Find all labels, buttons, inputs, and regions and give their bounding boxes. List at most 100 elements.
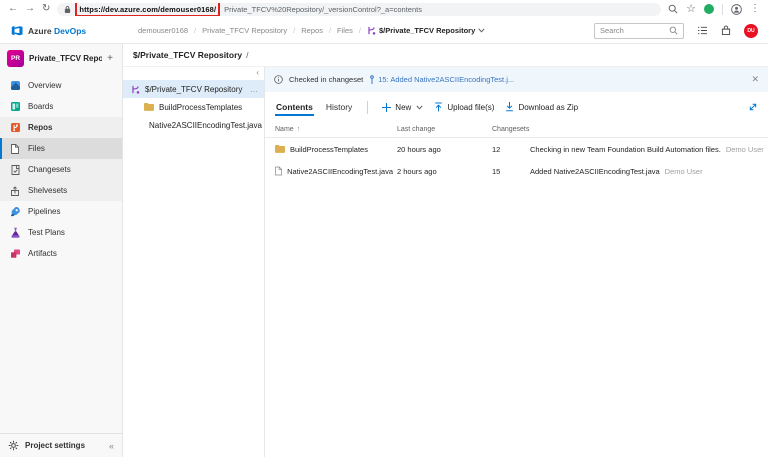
screen: ← → ↻ https://dev.azure.com/demouser0168… bbox=[0, 0, 768, 457]
add-project-icon[interactable]: + bbox=[107, 53, 115, 64]
row-name-cell[interactable]: Native2ASCIIEncodingTest.java bbox=[275, 166, 397, 176]
search-input[interactable] bbox=[600, 26, 666, 35]
row-comment: Checking in new Team Foundation Build Au… bbox=[530, 144, 721, 154]
row-name-cell[interactable]: BuildProcessTemplates bbox=[275, 145, 397, 154]
azure-devops-logo-icon bbox=[11, 25, 23, 36]
repos-icon bbox=[9, 122, 21, 134]
work-items-list-icon[interactable] bbox=[697, 26, 708, 35]
brand-text: Azure DevOps bbox=[28, 25, 87, 36]
project-switcher[interactable]: PR Private_TFCV Reposit... + bbox=[0, 44, 122, 72]
close-icon[interactable]: ✕ bbox=[751, 74, 759, 85]
sidebar-collapse-icon[interactable]: « bbox=[109, 441, 114, 451]
chevron-down-icon bbox=[416, 105, 423, 110]
global-search[interactable] bbox=[594, 22, 684, 39]
pipelines-icon bbox=[9, 206, 21, 218]
repos-section: Repos Files Changesets Shelvesets bbox=[0, 117, 122, 201]
tree-root-node[interactable]: $/Private_TFCV Repository … bbox=[123, 80, 264, 98]
tree-collapse-icon[interactable]: ‹ bbox=[256, 68, 259, 77]
sidebar-nav: Overview Boards Repos Files Changesets S… bbox=[0, 75, 122, 264]
files-icon bbox=[9, 143, 21, 155]
file-icon bbox=[275, 166, 283, 176]
sidebar-item-artifacts[interactable]: Artifacts bbox=[0, 243, 122, 264]
changeset-link[interactable]: 15: Added Native2ASCIIEncodingTest.j... bbox=[369, 75, 514, 84]
row-last-change: 2 hours ago bbox=[397, 166, 437, 176]
browser-actions: ☆ ⋮ bbox=[668, 3, 760, 15]
tree-node-folder[interactable]: BuildProcessTemplates bbox=[123, 98, 264, 116]
changeset-banner: Checked in changeset 15: Added Native2AS… bbox=[265, 67, 768, 92]
row-changeset[interactable]: 15 bbox=[492, 167, 530, 176]
row-comment-cell: Added Native2ASCIIEncodingTest.java Demo… bbox=[530, 167, 768, 176]
bookmark-star-icon[interactable]: ☆ bbox=[686, 3, 696, 15]
url-highlight-box: https://dev.azure.com/demouser0168/ bbox=[75, 2, 221, 16]
marketplace-bag-icon[interactable] bbox=[721, 25, 731, 36]
row-author: Demo User bbox=[725, 144, 764, 154]
project-name: Private_TFCV Reposit... bbox=[29, 53, 103, 63]
breadcrumb-repos[interactable]: Repos bbox=[301, 26, 323, 35]
download-zip-button[interactable]: Download as Zip bbox=[505, 102, 578, 112]
sidebar-item-pipelines[interactable]: Pipelines bbox=[0, 201, 122, 222]
browser-chrome: ← → ↻ https://dev.azure.com/demouser0168… bbox=[0, 0, 768, 18]
browser-menu-icon[interactable]: ⋮ bbox=[750, 4, 760, 14]
sort-ascending-icon: ↑ bbox=[296, 126, 301, 133]
column-name[interactable]: Name ↑ bbox=[275, 126, 397, 133]
browser-back-icon[interactable]: ← bbox=[8, 4, 18, 14]
azure-devops-logo[interactable]: Azure DevOps bbox=[10, 24, 118, 37]
search-icon bbox=[669, 26, 678, 35]
browser-refresh-icon[interactable]: ↻ bbox=[42, 4, 50, 14]
sidebar-item-changesets[interactable]: Changesets bbox=[0, 159, 122, 180]
tab-history[interactable]: History bbox=[325, 93, 353, 121]
boards-icon bbox=[9, 101, 21, 113]
row-comment: Added Native2ASCIIEncodingTest.java bbox=[530, 166, 660, 176]
sidebar-item-files[interactable]: Files bbox=[0, 138, 122, 159]
url-highlighted-text: https://dev.azure.com/demouser0168/ bbox=[79, 4, 217, 14]
changesets-icon bbox=[9, 164, 21, 176]
row-changeset[interactable]: 12 bbox=[492, 145, 530, 154]
sidebar-item-boards[interactable]: Boards bbox=[0, 96, 122, 117]
url-rest-text: Private_TFCV%20Repository/_versionContro… bbox=[224, 4, 422, 14]
content-area: $/Private_TFCV Repository / ‹ $/Private_… bbox=[123, 44, 768, 457]
user-avatar[interactable]: DU bbox=[744, 23, 758, 38]
table-header: Name ↑ Last change Changesets bbox=[265, 122, 768, 138]
new-button[interactable]: New bbox=[382, 102, 423, 112]
changeset-icon bbox=[370, 75, 375, 84]
breadcrumb: demouser0168 / Private_TFCV Repository /… bbox=[138, 26, 485, 35]
devops-topbar: Azure DevOps demouser0168 / Private_TFCV… bbox=[0, 18, 768, 44]
sidebar-item-overview[interactable]: Overview bbox=[0, 75, 122, 96]
upload-icon bbox=[435, 102, 443, 112]
banner-message: Checked in changeset bbox=[289, 75, 364, 84]
repository-selector[interactable]: $/Private_TFCV Repository bbox=[367, 26, 485, 35]
column-last-change[interactable]: Last change bbox=[397, 126, 492, 133]
row-last-change: 20 hours ago bbox=[397, 144, 441, 154]
more-options-icon[interactable]: … bbox=[250, 85, 259, 94]
browser-profile-icon[interactable] bbox=[731, 3, 742, 15]
sidebar-item-repos[interactable]: Repos bbox=[0, 117, 122, 138]
tab-contents[interactable]: Contents bbox=[275, 93, 314, 121]
sidebar-item-shelvesets[interactable]: Shelvesets bbox=[0, 180, 122, 201]
test-plans-icon bbox=[9, 227, 21, 239]
row-author: Demo User bbox=[664, 166, 703, 176]
breadcrumb-org[interactable]: demouser0168 bbox=[138, 26, 188, 35]
plus-icon bbox=[382, 102, 392, 112]
repo-path[interactable]: $/Private_TFCV Repository bbox=[133, 50, 242, 60]
sidebar-item-test-plans[interactable]: Test Plans bbox=[0, 222, 122, 243]
table-row[interactable]: Native2ASCIIEncodingTest.java 2 hours ag… bbox=[265, 160, 768, 182]
browser-forward-icon[interactable]: → bbox=[25, 4, 35, 14]
upload-files-button[interactable]: Upload file(s) bbox=[434, 102, 494, 112]
extension-icon[interactable] bbox=[704, 4, 714, 14]
address-bar[interactable]: https://dev.azure.com/demouser0168/ Priv… bbox=[57, 2, 662, 16]
tfvc-repo-icon bbox=[132, 85, 140, 94]
table-row[interactable]: BuildProcessTemplates 20 hours ago 12 Ch… bbox=[265, 138, 768, 160]
row-comment-cell: Checking in new Team Foundation Build Au… bbox=[530, 145, 768, 154]
download-icon bbox=[506, 102, 514, 112]
project-settings[interactable]: Project settings « bbox=[0, 433, 122, 457]
app-body: PR Private_TFCV Reposit... + Overview Bo… bbox=[0, 44, 768, 457]
info-icon bbox=[274, 75, 283, 84]
column-changesets[interactable]: Changesets bbox=[492, 126, 530, 133]
fullscreen-expand-icon[interactable] bbox=[748, 102, 758, 112]
files-panes: ‹ $/Private_TFCV Repository … BuildProce… bbox=[123, 66, 768, 457]
breadcrumb-project[interactable]: Private_TFCV Repository bbox=[202, 26, 287, 35]
tree-node-file[interactable]: Native2ASCIIEncodingTest.java bbox=[123, 116, 264, 134]
breadcrumb-files[interactable]: Files bbox=[337, 26, 353, 35]
page-search-icon[interactable] bbox=[668, 4, 678, 14]
files-main-pane: Checked in changeset 15: Added Native2AS… bbox=[265, 67, 768, 457]
